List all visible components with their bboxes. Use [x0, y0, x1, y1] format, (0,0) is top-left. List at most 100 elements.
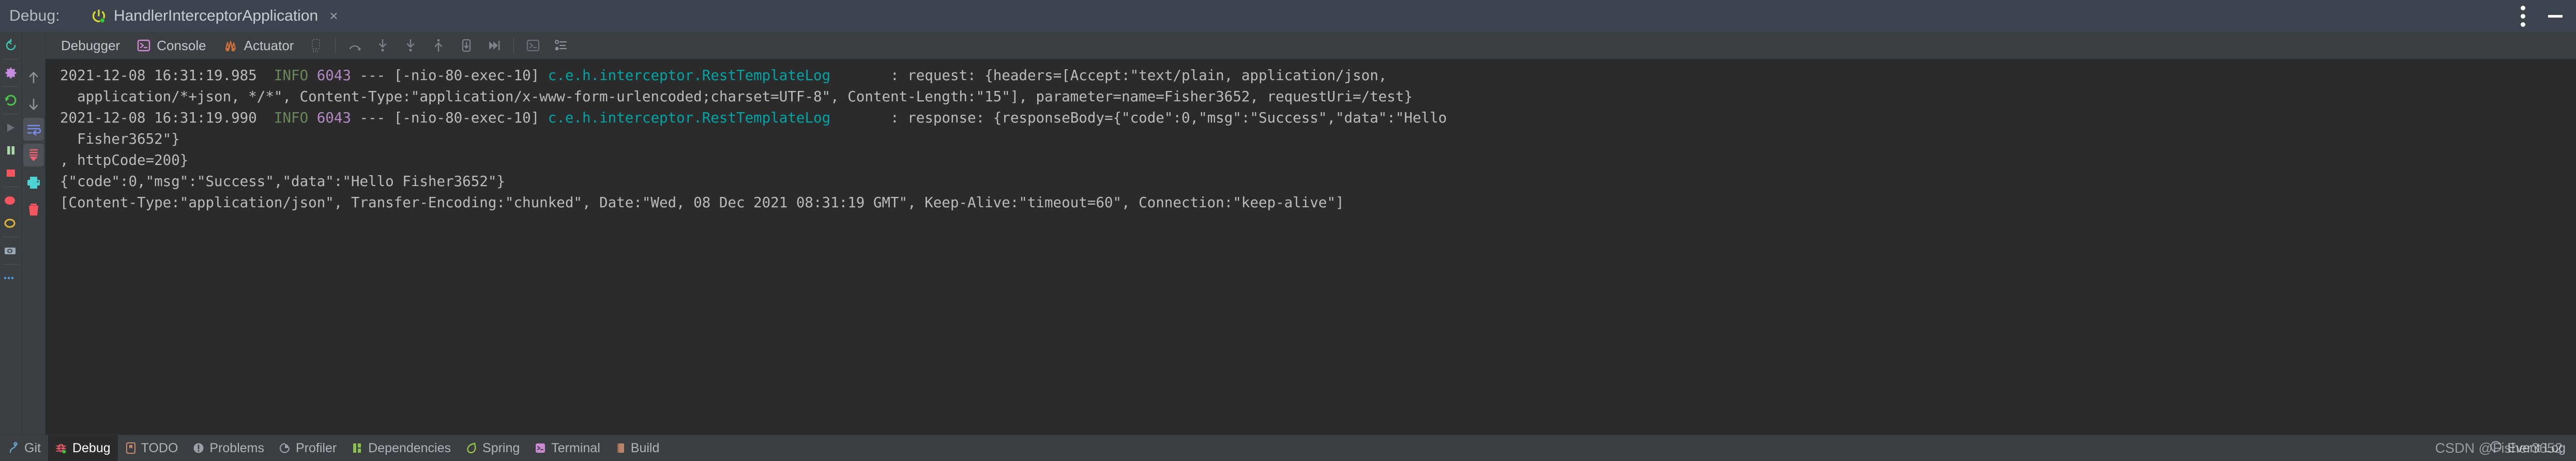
dependencies-icon	[351, 442, 363, 454]
force-step-into-icon[interactable]	[397, 32, 425, 59]
status-item-dependencies[interactable]: Dependencies	[344, 435, 458, 461]
close-icon[interactable]: ×	[329, 9, 338, 23]
console-icon	[137, 38, 151, 53]
step-over-icon[interactable]	[341, 32, 369, 59]
log-segment: application/*+json, */*", Content-Type:"…	[60, 88, 1413, 105]
log-segment: 2021-12-08 16:31:19.985	[60, 67, 274, 84]
console-column: Debugger Console Actuator 2021-12-08 16:…	[46, 32, 2576, 435]
build-icon	[615, 442, 626, 454]
clear-all-icon[interactable]	[22, 196, 45, 223]
tab-actuator[interactable]: Actuator	[215, 32, 302, 59]
threads-view-icon[interactable]	[547, 32, 575, 59]
status-item-problems[interactable]: Problems	[185, 435, 271, 461]
tab-actuator-label: Actuator	[244, 37, 294, 53]
log-line: [Content-Type:"application/json", Transf…	[46, 192, 2576, 213]
mute-breakpoints-ring-icon[interactable]	[0, 212, 22, 235]
console-output[interactable]: 2021-12-08 16:31:19.985 INFO 6043 --- [-…	[46, 59, 2576, 435]
view-breakpoints-icon[interactable]	[0, 189, 22, 212]
event-log-icon	[2489, 440, 2503, 457]
status-item-git[interactable]: Git	[0, 435, 48, 461]
todo-icon	[125, 442, 137, 454]
debug-bug-icon	[55, 442, 68, 454]
log-line: , httpCode=200}	[46, 150, 2576, 171]
camera-icon[interactable]	[0, 239, 22, 262]
tab-console-label: Console	[157, 37, 206, 53]
tab-debugger-label: Debugger	[61, 37, 120, 53]
status-item-git-label: Git	[24, 440, 41, 455]
log-segment: c.e.h.interceptor.RestTemplateLog	[548, 67, 831, 84]
status-item-terminal-label: Terminal	[551, 440, 600, 455]
scroll-to-end-icon[interactable]	[23, 144, 44, 166]
status-item-spring-label: Spring	[482, 440, 520, 455]
tab-console[interactable]: Console	[128, 32, 214, 59]
status-item-dependencies-label: Dependencies	[368, 440, 451, 455]
status-item-event-log[interactable]: Event Log	[2489, 435, 2566, 461]
log-line: 2021-12-08 16:31:19.990 INFO 6043 --- [-…	[46, 107, 2576, 129]
step-out-icon[interactable]	[425, 32, 452, 59]
pause-program-icon[interactable]	[0, 139, 22, 162]
step-into-icon[interactable]	[369, 32, 397, 59]
status-bar: Git Debug TODO Problems Profiler Depende…	[0, 435, 2576, 461]
run-tab-title: HandlerInterceptorApplication	[113, 7, 319, 24]
git-icon	[7, 442, 20, 454]
log-segment: 6043	[316, 67, 351, 84]
evaluate-expression-icon[interactable]	[519, 32, 547, 59]
log-segment: : response: {responseBody={"code":0,"msg…	[830, 110, 1447, 126]
problems-icon	[192, 442, 205, 454]
tab-bar-actions	[2521, 0, 2576, 32]
minimize-icon[interactable]	[2548, 14, 2563, 18]
settings-gear-icon[interactable]	[0, 62, 22, 84]
toolbar-divider	[513, 38, 514, 53]
debug-tool-window: Debug: HandlerInterceptorApplication × D…	[0, 0, 2576, 461]
log-segment: [Content-Type:"application/json", Transf…	[60, 194, 1344, 211]
gutter-divider	[3, 86, 19, 87]
status-item-terminal[interactable]: Terminal	[527, 435, 607, 461]
run-to-cursor-icon[interactable]	[480, 32, 508, 59]
log-segment: INFO	[274, 110, 309, 126]
status-item-problems-label: Problems	[209, 440, 264, 455]
status-item-debug[interactable]: Debug	[48, 435, 118, 461]
rerun-icon[interactable]	[0, 34, 22, 57]
debug-main-area: Debugger Console Actuator 2021-12-08 16:…	[0, 32, 2576, 435]
status-item-event-log-label: Event Log	[2507, 440, 2566, 455]
mute-breakpoints-icon[interactable]	[302, 32, 330, 59]
terminal-icon	[534, 442, 547, 454]
log-line: 2021-12-08 16:31:19.985 INFO 6043 --- [-…	[46, 65, 2576, 86]
actuator-icon	[223, 38, 238, 53]
debug-label: Debug:	[9, 7, 60, 24]
restart-icon[interactable]	[0, 89, 22, 112]
debug-tabs-toolbar: Debugger Console Actuator	[46, 32, 2576, 59]
console-scrollbar[interactable]	[2567, 59, 2576, 435]
status-item-profiler[interactable]: Profiler	[271, 435, 344, 461]
stop-program-icon[interactable]	[0, 162, 22, 185]
log-line: {"code":0,"msg":"Success","data":"Hello …	[46, 171, 2576, 192]
run-configuration-tab[interactable]: HandlerInterceptorApplication ×	[87, 0, 341, 32]
scroll-up-icon[interactable]	[22, 64, 45, 91]
log-segment: {"code":0,"msg":"Success","data":"Hello …	[60, 173, 505, 190]
more-options-icon[interactable]	[0, 267, 22, 289]
log-segment: INFO	[274, 67, 309, 84]
debug-actions-gutter	[0, 32, 22, 435]
status-item-todo[interactable]: TODO	[118, 435, 186, 461]
log-segment	[308, 67, 317, 84]
status-item-build[interactable]: Build	[608, 435, 667, 461]
profiler-icon	[279, 442, 291, 454]
log-segment: : request: {headers=[Accept:"text/plain,…	[830, 67, 1387, 84]
status-item-profiler-label: Profiler	[295, 440, 337, 455]
log-line: Fisher3652"}	[46, 129, 2576, 150]
more-options-icon[interactable]	[2521, 5, 2525, 27]
soft-wrap-icon[interactable]	[23, 118, 44, 141]
log-segment: --- [-nio-80-exec-10]	[351, 67, 548, 84]
gutter-divider	[3, 264, 19, 265]
print-icon[interactable]	[22, 170, 45, 196]
tab-debugger[interactable]: Debugger	[53, 32, 128, 59]
log-lines-container: 2021-12-08 16:31:19.985 INFO 6043 --- [-…	[46, 65, 2576, 213]
resume-program-icon[interactable]	[0, 116, 22, 139]
log-segment: --- [-nio-80-exec-10]	[351, 110, 548, 126]
console-actions-toolbar	[22, 32, 46, 435]
log-segment	[308, 110, 317, 126]
scroll-down-icon[interactable]	[22, 91, 45, 118]
drop-frame-icon[interactable]	[452, 32, 480, 59]
status-item-spring[interactable]: Spring	[458, 435, 527, 461]
log-segment: 2021-12-08 16:31:19.990	[60, 110, 274, 126]
